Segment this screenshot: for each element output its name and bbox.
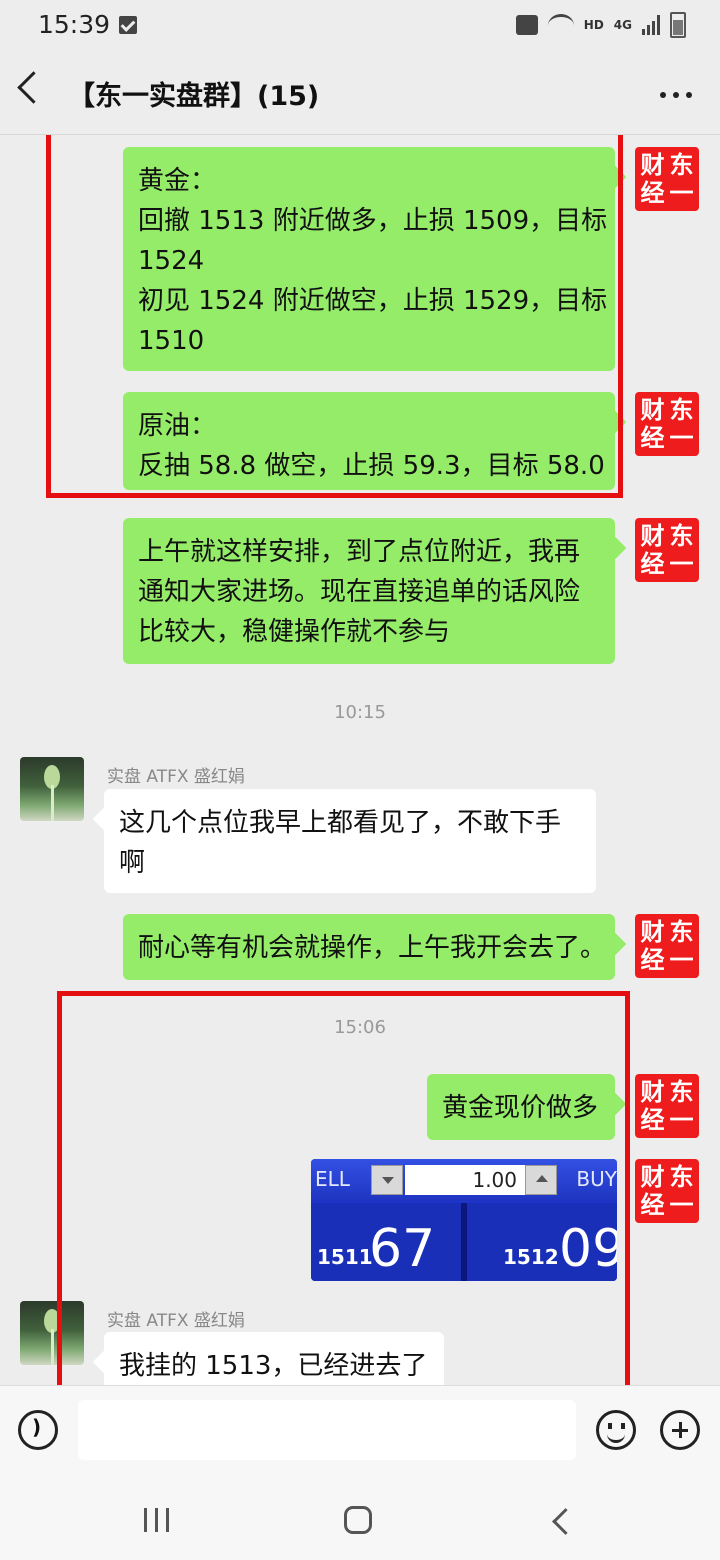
status-time: 15:39: [38, 10, 111, 39]
avatar[interactable]: 财东经一: [635, 147, 699, 211]
navigation-bar: [0, 1474, 720, 1560]
message-bubble[interactable]: 这几个点位我早上都看见了，不敢下手 啊: [104, 789, 596, 893]
message-line: 耐心等有机会就操作，上午我开会去了。: [138, 933, 607, 963]
avatar-char: 一: [669, 946, 694, 974]
message-line: 啊: [119, 848, 146, 878]
avatar-char: 一: [669, 550, 694, 578]
battery-icon: [670, 12, 686, 38]
avatar[interactable]: 财东经一: [635, 914, 699, 978]
avatar-char: 财: [640, 151, 665, 179]
avatar-char: 财: [640, 918, 665, 946]
highlight-box: [46, 135, 623, 498]
avatar-char: 经: [640, 550, 665, 578]
nav-back-icon[interactable]: [552, 1508, 579, 1535]
nav-home-icon[interactable]: [344, 1506, 372, 1534]
highlight-box: [57, 991, 630, 1385]
chat-header: 【东一实盘群】(15): [0, 52, 720, 135]
input-bar: [0, 1385, 720, 1474]
emoji-icon[interactable]: [596, 1410, 636, 1450]
avatar-char: 财: [640, 396, 665, 424]
avatar-char: 东: [669, 918, 694, 946]
sender-name: 实盘 ATFX 盛红娟: [107, 767, 245, 787]
message-line: 这几个点位我早上都看见了，不敢下手: [119, 808, 562, 838]
avatar[interactable]: [20, 757, 84, 821]
avatar-char: 一: [669, 1191, 694, 1219]
avatar-image-stem: [51, 785, 54, 821]
avatar-char: 经: [640, 424, 665, 452]
plus-icon[interactable]: [660, 1410, 700, 1450]
avatar-char: 东: [669, 396, 694, 424]
back-arrow-icon[interactable]: [17, 71, 50, 104]
signal-icon: [642, 15, 660, 35]
network-type-indicator: 4G: [613, 18, 632, 32]
avatar[interactable]: 财东经一: [635, 392, 699, 456]
status-icons: HD 4G: [515, 12, 686, 38]
message-bubble[interactable]: 耐心等有机会就操作，上午我开会去了。: [123, 914, 615, 980]
avatar-char: 财: [640, 1163, 665, 1191]
avatar-char: 经: [640, 1191, 665, 1219]
avatar-char: 经: [640, 1106, 665, 1134]
nav-recent-icon[interactable]: [144, 1508, 169, 1532]
avatar-char: 财: [640, 1078, 665, 1106]
message-bubble[interactable]: 上午就这样安排，到了点位附近，我再 通知大家进场。现在直接追单的话风险 比较大，…: [123, 518, 615, 664]
timestamp: 10:15: [334, 702, 386, 723]
avatar-char: 一: [669, 1106, 694, 1134]
avatar-char: 一: [669, 424, 694, 452]
message-line: 上午就这样安排，到了点位附近，我再: [138, 537, 581, 567]
avatar-char: 东: [669, 1163, 694, 1191]
checkbox-notification-icon: [119, 16, 137, 34]
avatar-char: 东: [669, 1078, 694, 1106]
avatar-char: 东: [669, 151, 694, 179]
more-icon[interactable]: [660, 92, 692, 98]
avatar-char: 经: [640, 946, 665, 974]
avatar[interactable]: 财东经一: [635, 1074, 699, 1138]
avatar-char: 经: [640, 179, 665, 207]
hd-indicator: HD: [583, 18, 604, 32]
avatar[interactable]: 财东经一: [635, 518, 699, 582]
chat-area[interactable]: 黄金： 回撤 1513 附近做多，止损 1509，目标 1524 初见 1524…: [0, 135, 720, 1385]
avatar-char: 财: [640, 522, 665, 550]
chat-title: 【东一实盘群】(15): [68, 81, 320, 112]
message-input[interactable]: [78, 1400, 576, 1460]
avatar-char: 东: [669, 522, 694, 550]
avatar-image-stem: [51, 1329, 54, 1365]
wifi-icon: [547, 13, 574, 37]
message-line: 比较大，稳健操作就不参与: [138, 617, 451, 647]
avatar[interactable]: 财东经一: [635, 1159, 699, 1223]
voice-icon[interactable]: [18, 1410, 58, 1450]
message-line: 通知大家进场。现在直接追单的话风险: [138, 577, 581, 607]
avatar-char: 一: [669, 179, 694, 207]
status-bar: 15:39 HD 4G: [0, 0, 720, 52]
data-transfer-icon: [515, 15, 538, 35]
